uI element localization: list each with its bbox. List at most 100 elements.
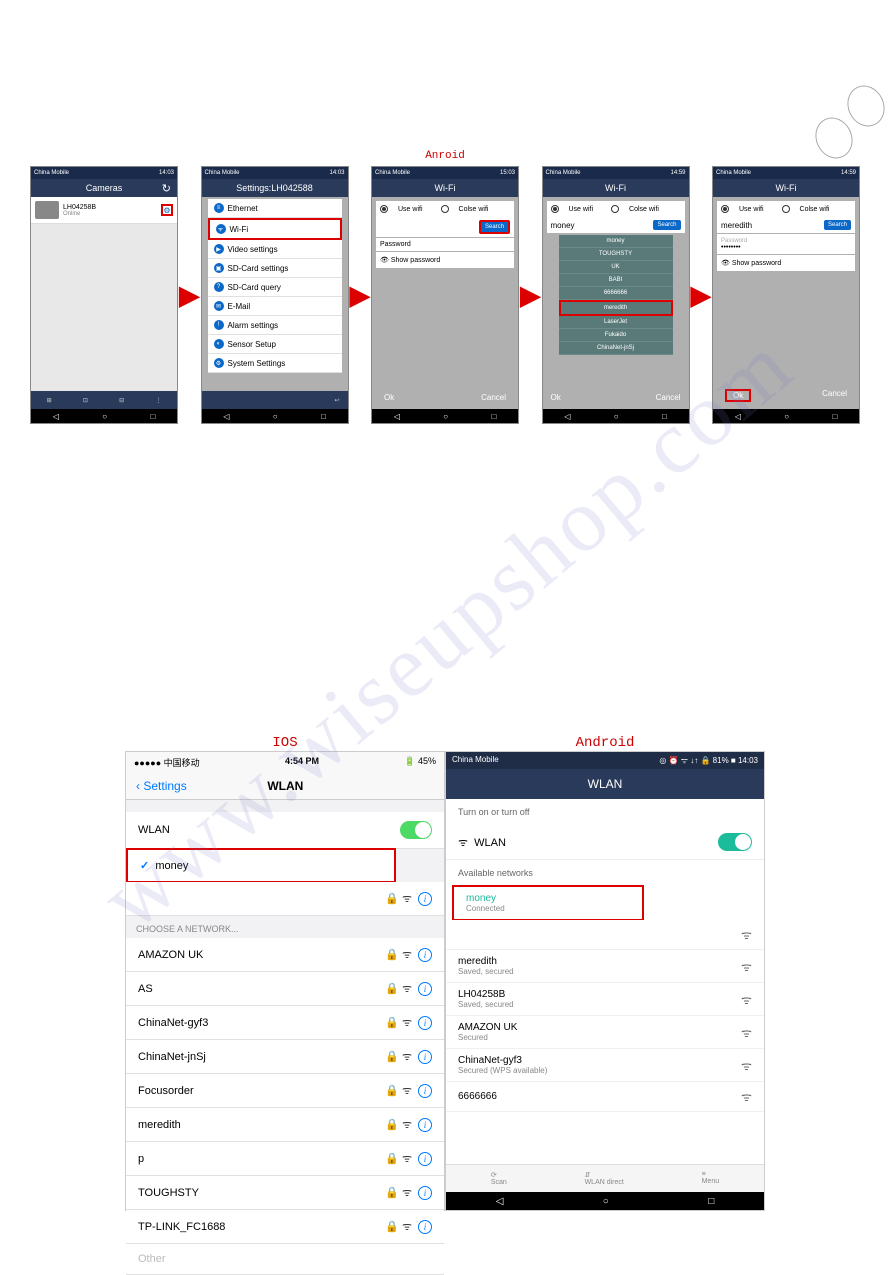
search-button[interactable]: Search bbox=[653, 220, 680, 230]
titlebar-wifi: Wi-Fi bbox=[543, 179, 689, 197]
show-password-row[interactable]: 👁 Show password bbox=[717, 255, 855, 271]
phone-wifi-search: China Mobile15:03 Wi-Fi Use wifi Colse w… bbox=[371, 166, 519, 424]
settings-email[interactable]: ✉E-Mail bbox=[208, 297, 342, 316]
available-networks-label: Available networks bbox=[446, 860, 764, 886]
dd-laserjet[interactable]: LaserJet bbox=[559, 316, 673, 329]
wlan-toggle[interactable] bbox=[400, 821, 432, 839]
statusbar: China Mobile14:59 bbox=[713, 167, 859, 179]
arrow-icon: ▶ bbox=[179, 280, 199, 311]
dd-fukaido[interactable]: Fukaido bbox=[559, 329, 673, 342]
ssid-value[interactable]: meredith bbox=[721, 221, 824, 230]
settings-sensor[interactable]: ◐Sensor Setup bbox=[208, 335, 342, 354]
back-bar[interactable]: ↩ bbox=[202, 391, 348, 409]
settings-sdcard[interactable]: ▣SD-Card settings bbox=[208, 259, 342, 278]
phone-cameras: China Mobile14:03 Cameras ↻ LH04258B Onl… bbox=[30, 166, 178, 424]
titlebar-wifi: Wi-Fi bbox=[713, 179, 859, 197]
and-net-666[interactable]: 6666666 ᯤ bbox=[446, 1082, 764, 1112]
wlan-toggle[interactable] bbox=[718, 833, 752, 851]
wlan-direct-button[interactable]: ⇵WLAN direct bbox=[585, 1171, 624, 1186]
ios-wlan-toggle-row[interactable]: WLAN bbox=[126, 812, 444, 849]
ok-button[interactable]: Ok bbox=[384, 393, 394, 402]
titlebar-wifi: Wi-Fi bbox=[372, 179, 518, 197]
android-navbar[interactable]: ◁○□ bbox=[713, 409, 859, 423]
dd-money[interactable]: money bbox=[559, 235, 673, 248]
android-navbar[interactable]: ◁○□ bbox=[543, 409, 689, 423]
dd-meredith[interactable]: meredith bbox=[559, 300, 673, 316]
arrow-icon: ▶ bbox=[691, 280, 711, 311]
settings-video[interactable]: ▶Video settings bbox=[208, 240, 342, 259]
and-net-amazon[interactable]: AMAZON UKSecured ᯤ bbox=[446, 1016, 764, 1049]
net-focusorder[interactable]: Focusorder🔒 ᯤ i bbox=[126, 1074, 444, 1108]
refresh-icon[interactable]: ↻ bbox=[162, 182, 171, 195]
settings-alarm[interactable]: !Alarm settings bbox=[208, 316, 342, 335]
cancel-button[interactable]: Cancel bbox=[481, 393, 506, 402]
search-button[interactable]: Search bbox=[479, 220, 510, 234]
and-net-meredith[interactable]: meredithSaved, secured ᯤ bbox=[446, 950, 764, 983]
dd-babi[interactable]: BABI bbox=[559, 274, 673, 287]
camera-settings-button[interactable]: ⚙ bbox=[161, 204, 173, 216]
android-navbar[interactable]: ◁○□ bbox=[446, 1192, 764, 1210]
statusbar: China Mobile14:03 bbox=[202, 167, 348, 179]
ios-back-button[interactable]: ‹ Settings bbox=[136, 779, 187, 793]
ssid-value[interactable]: money bbox=[551, 221, 654, 230]
choose-network-header: CHOOSE A NETWORK... bbox=[126, 916, 444, 938]
net-meredith[interactable]: meredith🔒 ᯤ i bbox=[126, 1108, 444, 1142]
cancel-button[interactable]: Cancel bbox=[822, 389, 847, 402]
net-amazon[interactable]: AMAZON UK🔒 ᯤ i bbox=[126, 938, 444, 972]
and-net-chinanet[interactable]: ChinaNet-gyf3Secured (WPS available) ᯤ bbox=[446, 1049, 764, 1082]
wlan-toggle-row[interactable]: ᯤ WLAN bbox=[446, 825, 764, 860]
camera-icon bbox=[35, 201, 59, 219]
ios-navbar: ‹ Settings WLAN bbox=[126, 773, 444, 800]
android-navbar[interactable]: ◁○□ bbox=[202, 409, 348, 423]
net-chinanet-jnsj[interactable]: ChinaNet-jnSj🔒 ᯤ i bbox=[126, 1040, 444, 1074]
password-input[interactable]: Password bbox=[376, 238, 514, 251]
settings-ethernet[interactable]: ≡Ethernet bbox=[208, 199, 342, 218]
net-chinanet-gyf3[interactable]: ChinaNet-gyf3🔒 ᯤ i bbox=[126, 1006, 444, 1040]
phone-wifi-dropdown: China Mobile14:59 Wi-Fi Use wifi Colse w… bbox=[542, 166, 690, 424]
net-toughsty[interactable]: TOUGHSTY🔒 ᯤ i bbox=[126, 1176, 444, 1210]
dd-chinanet[interactable]: ChinaNet-jnSj bbox=[559, 342, 673, 355]
settings-sdquery[interactable]: ?SD-Card query bbox=[208, 278, 342, 297]
search-button[interactable]: Search bbox=[824, 220, 851, 230]
android-statusbar: China Mobile ◎ ⏰ ᯤ ↓↑ 🔒 81% ■ 14:03 bbox=[446, 752, 764, 769]
settings-wifi[interactable]: ᯤWi-Fi bbox=[208, 218, 342, 240]
arrow-icon: ▶ bbox=[350, 280, 370, 311]
dd-uk[interactable]: UK bbox=[559, 261, 673, 274]
dd-toughsty[interactable]: TOUGHSTY bbox=[559, 248, 673, 261]
net-tplink[interactable]: TP-LINK_FC1688🔒 ᯤ i bbox=[126, 1210, 444, 1244]
android-bottom-tabs[interactable]: ⟳Scan ⇵WLAN direct ≡Menu bbox=[446, 1164, 764, 1192]
wifi-ssid-row: money Search bbox=[547, 217, 685, 233]
android-navbar[interactable]: ◁○□ bbox=[372, 409, 518, 423]
show-password-row[interactable]: 👁 Show password bbox=[376, 252, 514, 268]
android-navbar[interactable]: ◁○□ bbox=[31, 409, 177, 423]
turn-on-off-label: Turn on or turn off bbox=[446, 799, 764, 825]
titlebar-settings: Settings:LH042588 bbox=[202, 179, 348, 197]
bottom-tabs[interactable]: ⊞⊡⊟⋮ bbox=[31, 391, 177, 409]
phone-wifi-confirm: China Mobile14:59 Wi-Fi Use wifi Colse w… bbox=[712, 166, 860, 424]
statusbar: China Mobile14:59 bbox=[543, 167, 689, 179]
scan-button[interactable]: ⟳Scan bbox=[491, 1171, 507, 1186]
ios-connected-network[interactable]: ✓ money bbox=[126, 848, 396, 883]
camera-status: Online bbox=[63, 211, 157, 217]
titlebar-cameras: Cameras ↻ bbox=[31, 179, 177, 197]
password-row[interactable]: Password •••••••• bbox=[717, 234, 855, 254]
android-label: Android bbox=[445, 735, 765, 751]
ok-button-highlighted[interactable]: Ok bbox=[725, 389, 751, 402]
phone-settings: China Mobile14:03 Settings:LH042588 ≡Eth… bbox=[201, 166, 349, 424]
wifi-radio-options[interactable]: Use wifi Colse wifi bbox=[547, 201, 685, 217]
wifi-radio-options[interactable]: Use wifi Colse wifi bbox=[376, 201, 514, 217]
and-net-lh04258b[interactable]: LH04258BSaved, secured ᯤ bbox=[446, 983, 764, 1016]
settings-list: ≡Ethernet ᯤWi-Fi ▶Video settings ▣SD-Car… bbox=[208, 199, 342, 373]
dd-666[interactable]: 6666666 bbox=[559, 287, 673, 300]
ssid-dropdown: money TOUGHSTY UK BABI 6666666 meredith … bbox=[559, 235, 673, 355]
net-as[interactable]: AS🔒 ᯤ i bbox=[126, 972, 444, 1006]
menu-button[interactable]: ≡Menu bbox=[702, 1171, 720, 1186]
and-net-money[interactable]: moneyConnected bbox=[452, 885, 644, 921]
wifi-radio-options[interactable]: Use wifi Colse wifi bbox=[717, 201, 855, 217]
android-label-top: Anroid bbox=[30, 150, 860, 162]
ios-statusbar: ●●●●● 中国移动 4:54 PM 🔋 45% bbox=[126, 752, 444, 773]
camera-row[interactable]: LH04258B Online ⚙ bbox=[31, 197, 177, 224]
net-p[interactable]: p🔒 ᯤ i bbox=[126, 1142, 444, 1176]
settings-system[interactable]: ⚙System Settings bbox=[208, 354, 342, 373]
net-other[interactable]: Other bbox=[126, 1244, 444, 1275]
